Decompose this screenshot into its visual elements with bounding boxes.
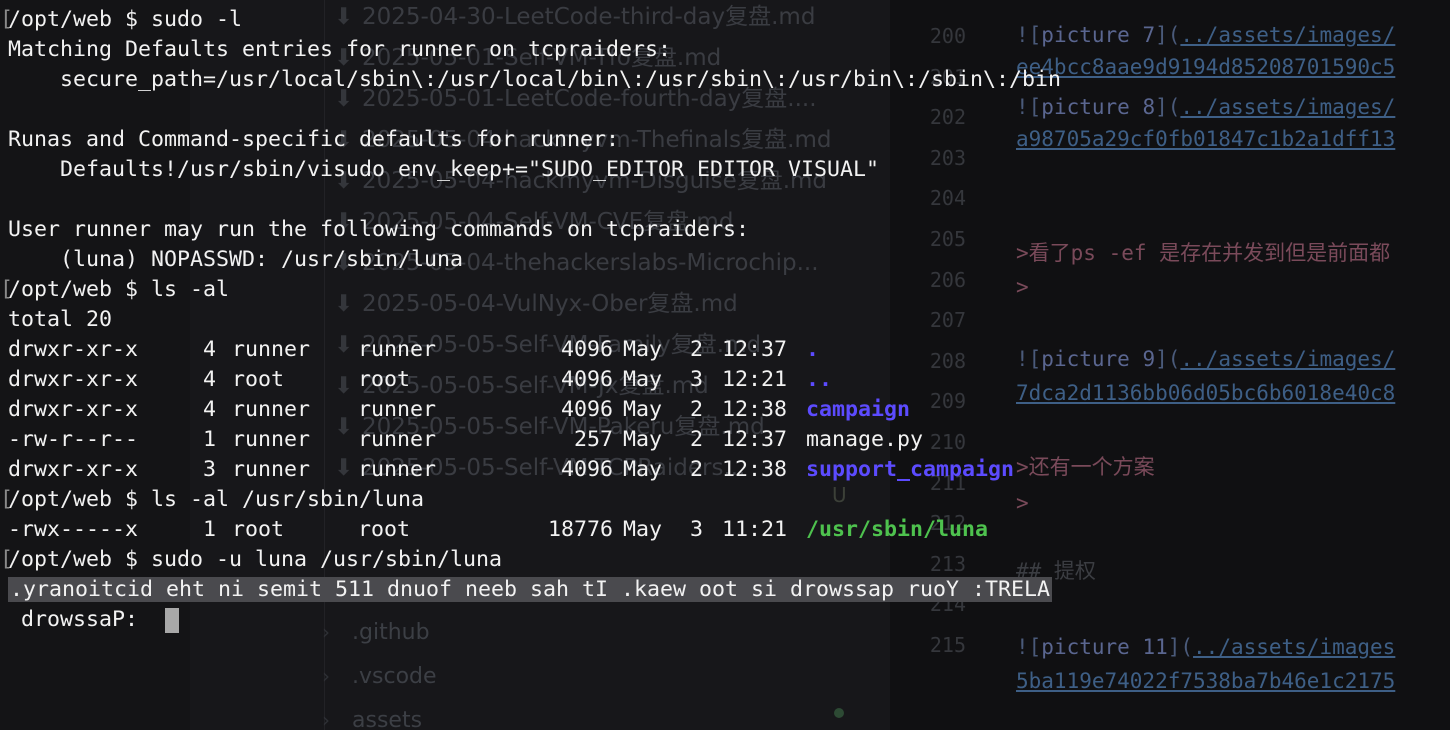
listing-row: drwxr-xr-x 4 runner runner 4096 May 2 12:37. (0, 335, 1450, 365)
listing-owner: runner (232, 337, 311, 362)
listing-time: 12:37 (722, 427, 788, 452)
password-prompt-line[interactable]: drowssaP: (8, 605, 180, 635)
listing-day: 3 (689, 517, 703, 542)
terminal-line: [/opt/web $ sudo -l (0, 7, 243, 32)
command: sudo -l (151, 7, 243, 32)
prompt: /opt/web $ (8, 7, 152, 32)
listing-time: 12:38 (722, 457, 788, 482)
listing-perm: -rwx-----x (8, 517, 139, 542)
listing-perm: drwxr-xr-x (8, 367, 139, 392)
terminal-line: [/opt/web $ ls -al (0, 277, 230, 302)
listing-month: May (623, 367, 663, 392)
listing-name[interactable]: support_campaign (806, 455, 1014, 485)
listing-size: 4096 (560, 457, 613, 482)
terminal-line: Matching Defaults entries for runner on … (8, 37, 672, 62)
terminal-window[interactable]: [/opt/web $ sudo -l Matching Defaults en… (0, 0, 1450, 730)
listing-links: 4 (203, 397, 217, 422)
listing-day: 2 (689, 337, 703, 362)
listing-day: 2 (689, 427, 703, 452)
terminal-line: [/opt/web $ sudo -u luna /usr/sbin/luna (0, 547, 503, 572)
command: sudo -u luna /usr/sbin/luna (151, 547, 503, 572)
listing-day: 2 (689, 457, 703, 482)
listing-time: 12:21 (722, 367, 788, 392)
text-cursor (165, 607, 180, 633)
listing-time: 12:38 (722, 397, 788, 422)
listing-size: 4096 (560, 337, 613, 362)
listing-links: 4 (203, 337, 217, 362)
listing-size: 4096 (560, 397, 613, 422)
terminal-line: (luna) NOPASSWD: /usr/sbin/luna (8, 247, 464, 272)
listing-perm: drwxr-xr-x (8, 337, 139, 362)
listing-month: May (623, 517, 663, 542)
listing-group: runner (358, 397, 437, 422)
listing-month: May (623, 337, 663, 362)
listing-owner: runner (232, 427, 311, 452)
listing-month: May (623, 457, 663, 482)
listing-size: 257 (573, 427, 613, 452)
listing-name[interactable]: manage.py (806, 425, 923, 455)
password-prompt: drowssaP: (8, 607, 152, 632)
terminal-line: total 20 (8, 307, 113, 332)
terminal-line: .yranoitcid eht ni semit 511 dnuof neeb … (8, 575, 1053, 605)
selected-text[interactable]: .yranoitcid eht ni semit 511 dnuof neeb … (8, 577, 1053, 602)
terminal-line: secure_path=/usr/local/sbin\:/usr/local/… (8, 67, 1062, 92)
listing-owner: root (232, 367, 285, 392)
terminal-line: [/opt/web $ ls -al /usr/sbin/luna (0, 487, 425, 512)
listing-perm: -rw-r--r-- (8, 427, 139, 452)
listing-row: -rw-r--r-- 1 runner runner 257 May 2 12:37 manag… (0, 425, 1450, 455)
listing-name[interactable]: /usr/sbin/luna (806, 515, 988, 545)
listing-month: May (623, 397, 663, 422)
listing-day: 3 (689, 367, 703, 392)
listing-day: 2 (689, 397, 703, 422)
listing-row: -rwx-----x 1 root root 18776 May 3 11:21/usr/sb… (0, 515, 1450, 545)
listing-size: 4096 (560, 367, 613, 392)
terminal-line: User runner may run the following comman… (8, 217, 750, 242)
listing-size: 18776 (547, 517, 613, 542)
listing-links: 1 (203, 517, 217, 542)
listing-group: root (358, 517, 411, 542)
listing-row: drwxr-xr-x 3 runner runner 4096 May 2 12:38 supp… (0, 455, 1450, 485)
listing-row: drwxr-xr-x 4 runner runner 4096 May 2 12:38 camp… (0, 395, 1450, 425)
listing-group: runner (358, 337, 437, 362)
listing-links: 3 (203, 457, 217, 482)
listing-name[interactable]: campaign (806, 395, 910, 425)
listing-perm: drwxr-xr-x (8, 397, 139, 422)
listing-links: 4 (203, 367, 217, 392)
prompt: /opt/web $ (8, 487, 152, 512)
listing-row: drwxr-xr-x 4 root root 4096 May 3 12:21.. (0, 365, 1450, 395)
listing-owner: root (232, 517, 285, 542)
terminal-line: Runas and Command-specific defaults for … (8, 127, 620, 152)
listing-owner: runner (232, 397, 311, 422)
listing-perm: drwxr-xr-x (8, 457, 139, 482)
command: ls -al (151, 277, 230, 302)
listing-time: 11:21 (722, 517, 788, 542)
listing-month: May (623, 427, 663, 452)
screen: ⬇ 2025-04-30-LeetCode-third-day复盘.md ⬇ 2025… (0, 0, 1450, 730)
listing-owner: runner (232, 457, 311, 482)
listing-name[interactable]: .. (806, 365, 832, 395)
prompt: /opt/web $ (8, 277, 152, 302)
command: ls -al /usr/sbin/luna (151, 487, 425, 512)
listing-group: runner (358, 427, 437, 452)
listing-group: root (358, 367, 411, 392)
terminal-line: Defaults!/usr/sbin/visudo env_keep+="SUD… (8, 157, 880, 182)
prompt: /opt/web $ (8, 547, 152, 572)
listing-name[interactable]: . (806, 335, 819, 365)
listing-links: 1 (203, 427, 217, 452)
listing-time: 12:37 (722, 337, 788, 362)
listing-group: runner (358, 457, 437, 482)
